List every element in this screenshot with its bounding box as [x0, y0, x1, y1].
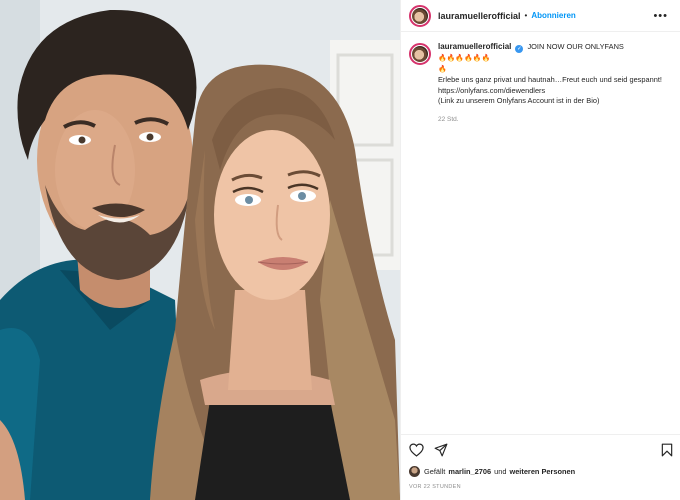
author-avatar[interactable] [409, 4, 431, 27]
caption-avatar[interactable] [409, 43, 431, 65]
likes-summary: Gefällt marlin_2706 und weiteren Persone… [409, 466, 578, 477]
separator-dot: • [524, 11, 528, 20]
fire-emoji-line: 🔥 [438, 65, 447, 73]
bookmark-icon[interactable] [661, 443, 673, 457]
heart-icon[interactable] [409, 442, 424, 457]
post-photo[interactable] [0, 0, 400, 500]
caption-headline: JOIN NOW OUR ONLYFANS [527, 42, 624, 51]
caption-text: Erlebe uns ganz privat und hautnah…Freut… [438, 75, 662, 84]
action-bar [401, 434, 680, 464]
post-header: lauramuellerofficial • Abonnieren ••• [401, 0, 680, 32]
more-options-icon[interactable]: ••• [653, 10, 672, 22]
liker-username[interactable]: marlin_2706 [448, 467, 491, 476]
follow-button[interactable]: Abonnieren [531, 11, 575, 20]
caption-username[interactable]: lauramuellerofficial [438, 42, 511, 51]
likes-prefix: Gefällt [424, 467, 446, 476]
post-sidebar: lauramuellerofficial • Abonnieren ••• la… [400, 0, 680, 500]
selfie-illustration [0, 0, 400, 500]
likes-others-link[interactable]: weiteren Personen [509, 467, 575, 476]
caption-first-line: lauramuellerofficial ✓ JOIN NOW OUR ONLY… [438, 42, 672, 65]
caption-time[interactable]: 22 Std. [438, 115, 672, 126]
paper-plane-icon[interactable] [434, 443, 448, 457]
fire-emojis: 🔥🔥🔥🔥🔥🔥 [438, 55, 491, 62]
caption-body: lauramuellerofficial ✓ JOIN NOW OUR ONLY… [438, 42, 672, 125]
likes-connector: und [494, 467, 507, 476]
author-username[interactable]: lauramuellerofficial [438, 11, 521, 21]
caption: lauramuellerofficial ✓ JOIN NOW OUR ONLY… [401, 32, 680, 125]
caption-link: https://onlyfans.com/diewendlers [438, 85, 546, 95]
post-timestamp[interactable]: VOR 22 STUNDEN [409, 484, 461, 490]
caption-note: (Link zu unserem Onlyfans Account ist in… [438, 96, 600, 105]
liker-avatar[interactable] [409, 466, 420, 477]
verified-badge-icon: ✓ [515, 45, 524, 53]
